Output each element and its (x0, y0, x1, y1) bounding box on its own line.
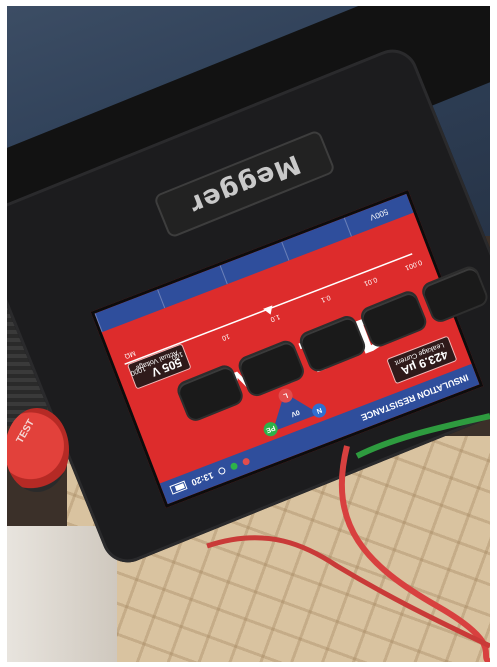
test-leads-svg (206, 413, 490, 662)
photo-scene: Megger TEST INSULATION RESISTANCE 13:20 … (7, 6, 490, 662)
